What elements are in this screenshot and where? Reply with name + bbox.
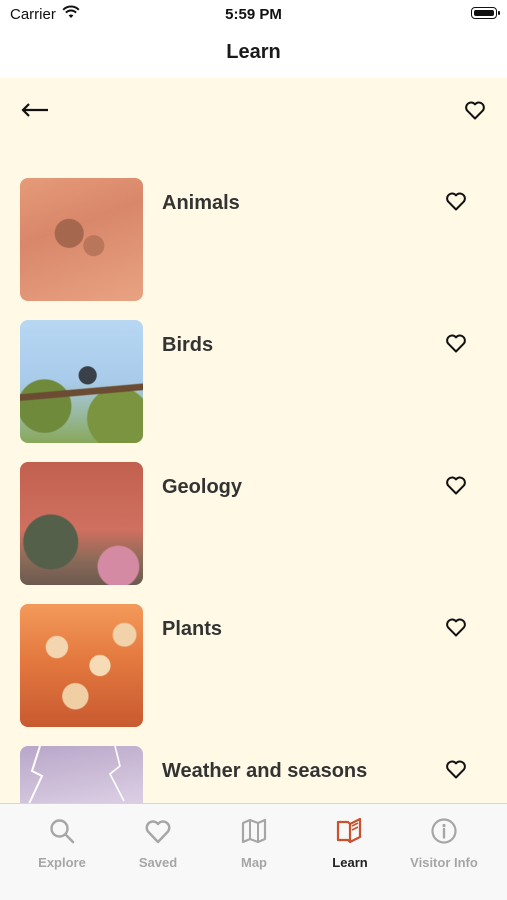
status-bar: Carrier 5:59 PM [0,0,507,28]
lightning-graphic [28,746,125,803]
book-icon [336,817,362,844]
list-item-birds[interactable]: Birds [0,320,507,462]
plants-thumbnail [20,604,143,727]
category-label: Plants [162,618,223,640]
heart-icon [145,820,171,844]
animals-thumbnail [20,178,143,301]
list-item-plants[interactable]: Plants [0,604,507,746]
list-item-geology[interactable]: Geology [0,462,507,604]
status-time: 5:59 PM [225,6,282,23]
info-icon [431,818,457,844]
back-arrow-icon[interactable] [20,100,50,120]
tab-label: Learn [332,855,368,870]
heart-icon[interactable] [444,757,468,781]
tab-label: Visitor Info [410,855,478,870]
geology-thumbnail [20,462,143,585]
heart-icon[interactable] [444,473,468,497]
heart-icon[interactable] [444,331,468,355]
heart-icon[interactable] [444,189,468,213]
category-label: Birds [162,334,214,356]
map-icon [241,818,267,844]
navigation-bar: Learn [0,28,507,78]
birds-thumbnail [20,320,143,443]
list-item-weather-and-seasons[interactable]: Weather and seasons [0,746,507,803]
battery-icon [471,7,500,19]
category-label: Weather and seasons [162,760,368,782]
tab-label: Explore [38,855,86,870]
tab-bar: Explore Saved Map Learn Visitor Info [0,803,507,900]
search-icon [50,819,75,844]
tab-visitor-info[interactable]: Visitor Info [396,816,492,870]
heart-icon[interactable] [444,615,468,639]
tab-saved[interactable]: Saved [110,816,206,870]
weather-thumbnail [20,746,143,803]
tab-explore[interactable]: Explore [14,816,110,870]
category-label: Geology [162,476,243,498]
learn-content: Animals Birds Geology Plants Weather and… [0,78,507,803]
page-title: Learn [226,41,281,63]
heart-icon[interactable] [463,98,487,122]
tab-label: Map [241,855,267,870]
category-label: Animals [162,192,240,214]
tab-label: Saved [138,855,178,870]
tab-map[interactable]: Map [206,816,302,870]
tab-learn[interactable]: Learn [302,816,398,870]
category-list: Animals Birds Geology Plants Weather and… [0,178,507,803]
list-item-animals[interactable]: Animals [0,178,507,320]
